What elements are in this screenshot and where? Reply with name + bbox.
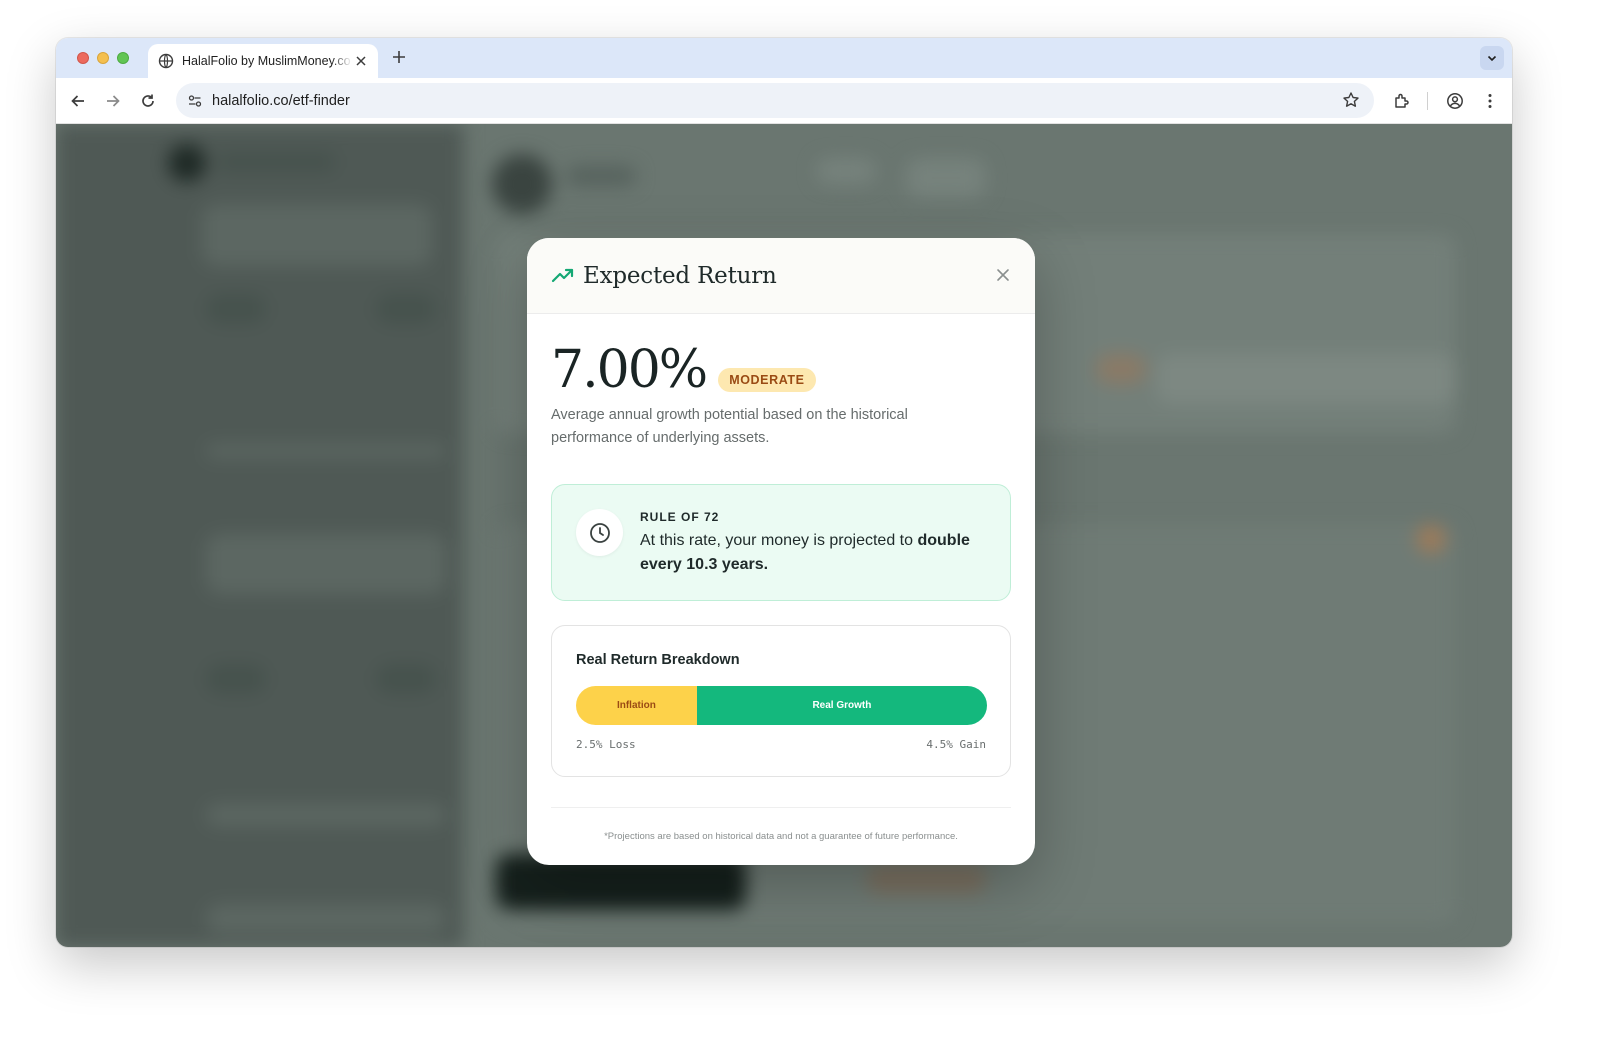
inflation-segment: Inflation	[576, 686, 697, 725]
page-content: Expected Return 7.00% MODERATE Average a…	[56, 124, 1512, 947]
window-minimize-button[interactable]	[97, 52, 109, 64]
rate-description: Average annual growth potential based on…	[551, 407, 908, 446]
expected-return-value: 7.00%	[551, 340, 708, 400]
rate-row: 7.00% MODERATE	[551, 342, 1011, 398]
extensions-icon[interactable]	[1392, 91, 1412, 111]
toolbar-divider	[1427, 92, 1428, 110]
forward-arrow-icon[interactable]	[103, 91, 123, 111]
url-text: halalfolio.co/etf-finder	[212, 92, 350, 109]
new-tab-button[interactable]	[390, 48, 408, 66]
real-growth-segment: Real Growth	[696, 686, 987, 725]
tab-search-button[interactable]	[1480, 46, 1504, 70]
disclaimer-text: *Projections are based on historical dat…	[604, 831, 958, 842]
tab-strip: HalalFolio by MuslimMoney.co	[56, 38, 1512, 78]
reload-icon[interactable]	[138, 91, 158, 111]
back-arrow-icon[interactable]	[68, 91, 88, 111]
browser-toolbar: halalfolio.co/etf-finder	[56, 78, 1512, 124]
globe-icon	[158, 53, 174, 69]
rule-text: At this rate, your money is projected to…	[640, 529, 980, 577]
star-icon[interactable]	[1342, 91, 1360, 109]
window-close-button[interactable]	[77, 52, 89, 64]
site-info-icon[interactable]	[184, 90, 206, 112]
address-bar[interactable]: halalfolio.co/etf-finder	[176, 83, 1374, 118]
browser-window: HalalFolio by MuslimMoney.co halalfolio.…	[56, 38, 1512, 947]
modal-body: 7.00% MODERATE Average annual growth pot…	[527, 342, 1035, 777]
real-return-breakdown-card: Real Return Breakdown Inflation Real Gro…	[551, 625, 1011, 777]
more-menu-icon[interactable]	[1480, 91, 1500, 111]
window-maximize-button[interactable]	[117, 52, 129, 64]
trending-up-icon	[551, 264, 575, 288]
browser-tab-active[interactable]: HalalFolio by MuslimMoney.co	[148, 44, 378, 78]
gain-label: 4.5% Gain	[926, 738, 986, 751]
chevron-down-icon	[1487, 55, 1497, 62]
rule-of-72-card: RULE OF 72 At this rate, your money is p…	[551, 484, 1011, 601]
expected-return-modal: Expected Return 7.00% MODERATE Average a…	[527, 238, 1035, 865]
close-icon[interactable]	[354, 54, 368, 68]
modal-title: Expected Return	[583, 262, 777, 289]
clock-icon	[576, 509, 623, 556]
rule-label: RULE OF 72	[640, 510, 720, 524]
breakdown-bar: Inflation Real Growth	[576, 686, 987, 725]
breakdown-title: Real Return Breakdown	[576, 652, 740, 668]
rule-text-prefix: At this rate, your money is projected to	[640, 532, 918, 549]
profile-icon[interactable]	[1445, 91, 1465, 111]
modal-header: Expected Return	[527, 238, 1035, 314]
risk-badge: MODERATE	[718, 368, 816, 392]
tab-title: HalalFolio by MuslimMoney.co	[182, 54, 351, 68]
modal-footer: *Projections are based on historical dat…	[551, 807, 1011, 865]
close-icon[interactable]	[995, 267, 1011, 283]
loss-label: 2.5% Loss	[576, 738, 636, 751]
